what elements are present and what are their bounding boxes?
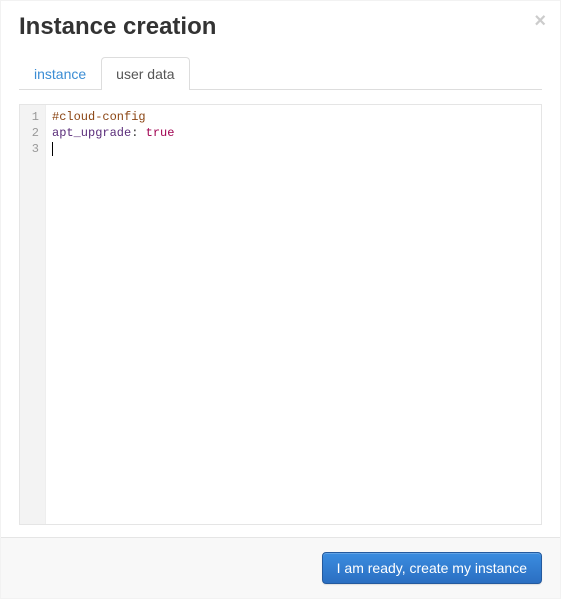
modal-footer: I am ready, create my instance [1,537,560,598]
code-line[interactable]: #cloud-config [52,109,535,125]
gutter-line: 1 [28,109,39,125]
create-instance-button[interactable]: I am ready, create my instance [322,552,542,584]
modal-title: Instance creation [19,13,542,41]
modal-body: instance user data 123 #cloud-configapt_… [1,51,560,537]
tab-user-data[interactable]: user data [101,57,189,90]
modal-header: Instance creation × [1,1,560,51]
editor-cursor [52,142,53,156]
code-line[interactable] [52,141,535,157]
code-token: #cloud-config [52,110,146,124]
close-button[interactable]: × [534,11,546,31]
tab-bar: instance user data [19,57,542,90]
editor-gutter: 123 [20,105,46,524]
code-token: apt_upgrade [52,126,131,140]
instance-creation-modal: Instance creation × instance user data 1… [0,0,561,599]
code-line[interactable]: apt_upgrade: true [52,125,535,141]
code-token: : [131,126,145,140]
code-token: true [146,126,175,140]
editor-content[interactable]: #cloud-configapt_upgrade: true [46,105,541,524]
gutter-line: 3 [28,141,39,157]
gutter-line: 2 [28,125,39,141]
code-editor[interactable]: 123 #cloud-configapt_upgrade: true [19,104,542,525]
tab-instance[interactable]: instance [19,57,101,90]
